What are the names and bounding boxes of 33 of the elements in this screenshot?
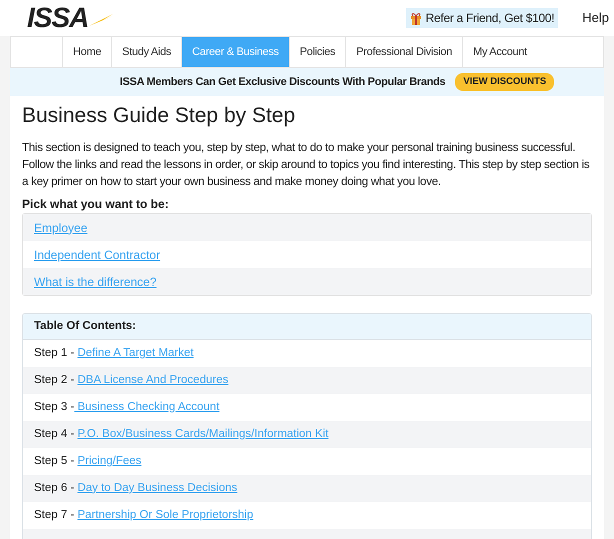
option-link[interactable]: Employee: [34, 218, 88, 236]
nav-tab[interactable]: Career & Business: [181, 37, 289, 67]
step-link[interactable]: Partnership Or Sole Proprietorship: [77, 506, 254, 524]
option-link[interactable]: What is the difference?: [34, 272, 157, 290]
step-link[interactable]: Define A Target Market: [77, 344, 194, 362]
refer-button[interactable]: Refer a Friend, Get $100!: [406, 8, 558, 28]
banner-text: ISSA Members Can Get Exclusive Discounts With Popular Brands: [120, 74, 446, 90]
step-label: Step 3 -: [34, 400, 74, 415]
step-link[interactable]: P.O. Box/Business Cards/Mailings/Information Kit: [77, 426, 328, 444]
step-label: Step 2 -: [34, 372, 76, 388]
help-link[interactable]: Help: [582, 8, 609, 28]
step-label: Step 1 -: [34, 346, 76, 361]
step-label: Step 4 -: [34, 426, 76, 442]
page-title: Business Guide Step by Step: [22, 103, 296, 129]
pick-label: Pick what you want to be:: [22, 196, 170, 212]
nav-tab[interactable]: My Account: [462, 37, 537, 67]
toc-heading: Table Of Contents:: [34, 318, 136, 334]
nav-tab[interactable]: Professional Division: [345, 37, 462, 67]
step-label: Step 5 -: [34, 454, 76, 469]
nav-tab[interactable]: Policies: [288, 37, 346, 67]
step-link[interactable]: Pricing/Fees: [77, 452, 142, 470]
logo-text[interactable]: ISSA: [27, 4, 88, 32]
option-link[interactable]: Independent Contractor: [34, 246, 160, 264]
view-discounts-button[interactable]: VIEW DISCOUNTS: [455, 73, 554, 91]
swoosh-icon: [89, 14, 113, 26]
step-link[interactable]: Business Checking Account: [74, 398, 220, 416]
step-link[interactable]: DBA License And Procedures: [77, 372, 228, 390]
step-link[interactable]: Day to Day Business Decisions: [77, 480, 238, 498]
step-label: Step 6 -: [34, 480, 76, 496]
nav-tab[interactable]: Home: [62, 37, 112, 67]
gift-icon: [410, 12, 422, 24]
step-label: Step 7 -: [34, 508, 76, 523]
intro-paragraph: This section is designed to teach you, step by step, what to do to make your personal training business successful. Follow the links and read the lessons in order, or skip around to topics you find interesting. This step by step section is a key primer on how to start your own business and make money doing what you love.: [22, 140, 590, 190]
